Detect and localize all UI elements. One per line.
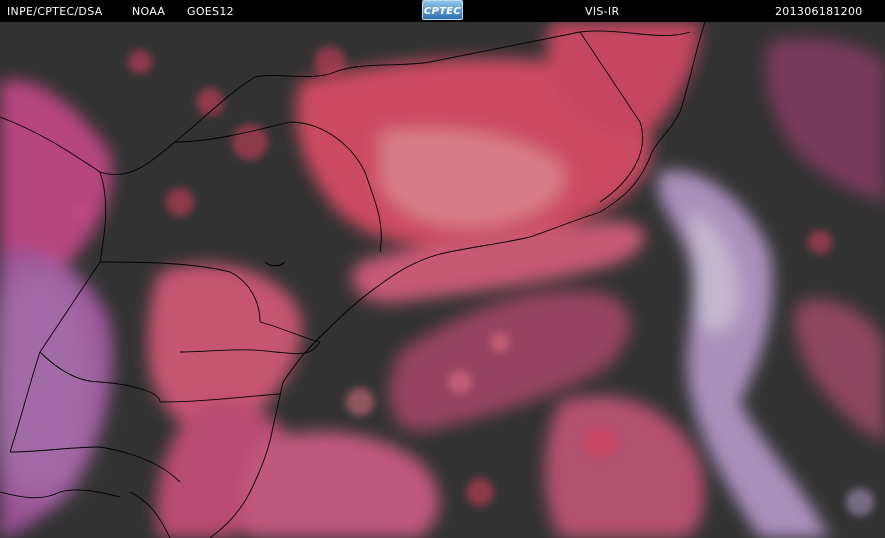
timestamp-label: 201306181200 <box>775 5 863 18</box>
image-header: INPE/CPTEC/DSA NOAA GOES12 CPTEC VIS-IR … <box>0 0 885 22</box>
logo-text: CPTEC <box>423 6 462 17</box>
satellite-label: GOES12 <box>187 5 234 18</box>
satellite-image <box>0 22 885 538</box>
agency-label: INPE/CPTEC/DSA <box>7 5 103 18</box>
channel-label: VIS-IR <box>585 5 620 18</box>
cptec-logo-icon: CPTEC <box>422 0 463 20</box>
org-label: NOAA <box>132 5 166 18</box>
